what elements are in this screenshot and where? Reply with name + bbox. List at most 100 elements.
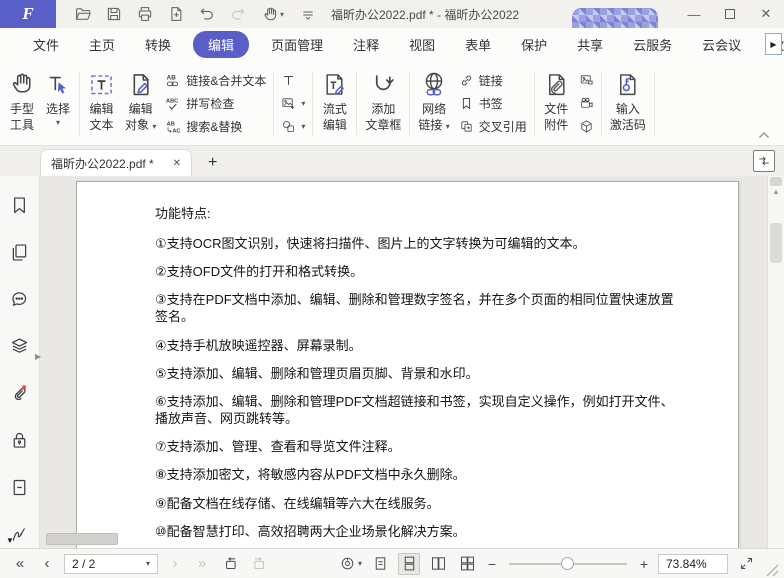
zoom-slider[interactable]	[509, 563, 627, 565]
bookmarks-panel-button[interactable]	[9, 195, 30, 216]
menu-comment[interactable]: 注释	[352, 31, 380, 58]
hand-gesture-button[interactable]: ▾	[258, 3, 288, 25]
menu-cloud-meeting[interactable]: 云会议	[701, 31, 742, 58]
edit-object-label: 编辑 对象 ▾	[125, 102, 156, 133]
vertical-scrollbar[interactable]: ▲	[767, 176, 784, 548]
menu-view[interactable]: 视图	[408, 31, 436, 58]
zoom-slider-handle[interactable]	[561, 557, 574, 570]
menu-bar: 文件 主页 转换 编辑 页面管理 注释 视图 表单 保护 共享 云服务 云会议 …	[0, 28, 784, 60]
menu-home[interactable]: 主页	[88, 31, 116, 58]
zoom-level-field[interactable]: 73.84%	[658, 554, 728, 574]
link-merge-text-button[interactable]: AB 链接&合并文本	[165, 70, 266, 91]
activation-code-button[interactable]: 输入 激活码	[605, 63, 651, 143]
first-page-button[interactable]: «	[10, 556, 30, 571]
attachments-panel-icon	[9, 383, 30, 404]
customize-quick-access-button[interactable]	[297, 3, 319, 25]
app-logo[interactable]: F	[0, 0, 56, 28]
pages-panel-icon	[9, 242, 30, 263]
security-panel-button[interactable]	[9, 430, 30, 451]
last-page-button[interactable]: »	[192, 556, 212, 571]
menu-cloud-service[interactable]: 云服务	[632, 31, 673, 58]
file-attachment-button[interactable]: 文件 附件	[538, 63, 575, 143]
menu-protect[interactable]: 保护	[520, 31, 548, 58]
add-text-button[interactable]	[281, 70, 305, 91]
print-icon	[136, 5, 154, 23]
continuous-view-button[interactable]	[398, 553, 420, 575]
menu-edit-active[interactable]: 编辑	[193, 31, 249, 58]
ribbon-divider	[409, 71, 410, 135]
menu-convert[interactable]: 转换	[144, 31, 172, 58]
edit-object-button[interactable]: 编辑 对象 ▾	[120, 63, 161, 143]
scroll-up-button[interactable]: ▲	[768, 189, 784, 196]
edit-text-button[interactable]: 编辑 文本	[83, 63, 120, 143]
switch-tabs-button[interactable]	[753, 150, 775, 172]
insert-3d-button[interactable]	[579, 116, 594, 137]
layers-panel-button[interactable]	[9, 336, 30, 357]
minimize-button[interactable]: —	[676, 0, 712, 28]
previous-view-button[interactable]	[219, 553, 241, 575]
customize-quick-access-icon	[300, 6, 316, 22]
add-shapes-button[interactable]: ▾	[281, 116, 305, 137]
caret-down-icon: ▾	[280, 10, 284, 19]
menu-page-management[interactable]: 页面管理	[270, 31, 324, 58]
attachments-panel-button[interactable]	[9, 383, 30, 404]
document-tab[interactable]: 福昕办公2022.pdf * ✕	[40, 149, 192, 176]
cross-reference-button[interactable]: 交叉引用	[459, 116, 527, 137]
fullscreen-button[interactable]	[735, 553, 757, 575]
minimize-icon: —	[688, 7, 701, 22]
search-replace-button[interactable]: ABAC 搜索&替换	[165, 116, 266, 137]
undo-button[interactable]	[196, 3, 218, 25]
add-article-box-button[interactable]: 添加 文章框	[360, 63, 406, 143]
previous-page-button[interactable]: ‹	[37, 556, 57, 571]
new-tab-button[interactable]: +	[208, 155, 217, 171]
menu-share[interactable]: 共享	[576, 31, 604, 58]
spell-check-button[interactable]: ABC 拼写检查	[165, 93, 266, 114]
previous-view-icon	[222, 555, 239, 572]
view-mode-button[interactable]: ▾	[339, 555, 362, 572]
next-view-button[interactable]	[248, 553, 270, 575]
document-line: ⑥支持添加、编辑、删除和管理PDF文档超链接和书签，实现自定义操作，例如打开文件…	[155, 393, 684, 427]
insert-video-button[interactable]	[579, 93, 594, 114]
flow-edit-button[interactable]: 流式 编辑	[316, 63, 353, 143]
next-page-button[interactable]: ›	[165, 556, 185, 571]
pdf-page[interactable]: 功能特点: ①支持OCR图文识别，快速将扫描件、图片上的文字转换为可编辑的文本。…	[76, 181, 739, 548]
zoom-in-button[interactable]: +	[637, 556, 651, 572]
bookmark-button[interactable]: 书签	[459, 93, 527, 114]
add-image-button[interactable]: ▾	[281, 93, 305, 114]
select-tool-button[interactable]: 选择 ▾	[40, 63, 76, 143]
document-line: ②支持OFD文件的打开和格式转换。	[155, 263, 684, 280]
menu-file[interactable]: 文件	[32, 31, 60, 58]
horizontal-scrollbar-thumb[interactable]	[46, 533, 118, 545]
destinations-panel-button[interactable]	[9, 477, 30, 498]
web-link-button[interactable]: 网络 链接 ▾	[413, 63, 454, 143]
close-button[interactable]: ✕	[748, 0, 784, 28]
scrollbar-top-cap[interactable]	[770, 177, 782, 186]
menu-form[interactable]: 表单	[464, 31, 492, 58]
page-text: 功能特点: ①支持OCR图文识别，快速将扫描件、图片上的文字转换为可编辑的文本。…	[77, 182, 738, 548]
menu-overflow-button[interactable]: ▶	[765, 33, 782, 55]
single-page-view-button[interactable]	[369, 553, 391, 575]
hand-tool-button[interactable]: 手型 工具	[4, 63, 40, 143]
print-button[interactable]	[134, 3, 156, 25]
facing-continuous-view-button[interactable]	[456, 553, 478, 575]
tab-close-icon[interactable]: ✕	[173, 158, 181, 169]
maximize-button[interactable]	[712, 0, 748, 28]
bookmark-label: 书签	[479, 95, 503, 112]
open-file-button[interactable]	[72, 3, 94, 25]
panel-expand-button[interactable]: ▶	[35, 352, 41, 361]
vertical-scrollbar-thumb[interactable]	[770, 223, 782, 263]
comments-panel-button[interactable]	[9, 289, 30, 310]
redo-button[interactable]	[227, 3, 249, 25]
redacted-account-badge[interactable]	[572, 8, 658, 28]
insert-image-button[interactable]	[579, 70, 594, 91]
sidebar-more-button[interactable]: ▼	[6, 536, 14, 545]
window-resize-grip[interactable]	[764, 562, 780, 578]
save-button[interactable]	[103, 3, 125, 25]
page-number-field[interactable]: 2 / 2 ▾	[64, 554, 158, 574]
collapse-ribbon-button[interactable]	[758, 131, 770, 139]
add-page-button[interactable]	[165, 3, 187, 25]
zoom-out-button[interactable]: −	[485, 556, 499, 572]
link-button[interactable]: 链接	[459, 70, 527, 91]
pages-panel-button[interactable]	[9, 242, 30, 263]
facing-view-button[interactable]	[427, 553, 449, 575]
